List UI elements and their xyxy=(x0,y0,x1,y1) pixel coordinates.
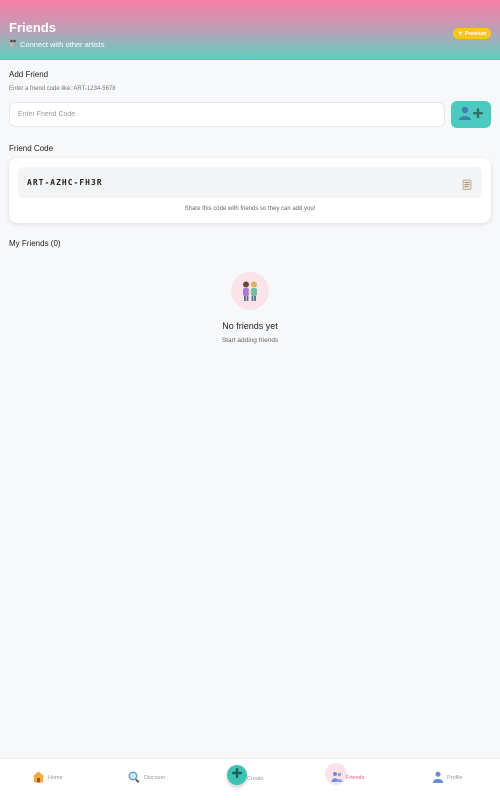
page-subtitle: Connect with other artists xyxy=(9,39,105,49)
friend-code-box: ART-AZHC-FH3R xyxy=(18,167,482,198)
my-friends-heading: My Friends (0) xyxy=(9,239,61,248)
nav-profile[interactable]: Profile xyxy=(432,769,463,787)
empty-state-subtitle: Start adding friends xyxy=(221,337,279,344)
friend-code-hint: Enter a friend code like: ART-1234-5678 xyxy=(9,86,116,92)
nav-friends[interactable]: Friends xyxy=(325,763,365,787)
magnifier-icon xyxy=(128,771,141,785)
nav-home-label: Home xyxy=(48,775,63,781)
premium-label: Premium xyxy=(464,30,487,37)
friend-code-value: ART-AZHC-FH3R xyxy=(27,178,103,187)
premium-badge[interactable]: ★ Premium xyxy=(453,28,491,39)
add-person-icon xyxy=(458,106,484,123)
subtitle-text: Connect with other artists xyxy=(20,39,105,49)
page-title: Friends xyxy=(9,20,56,35)
friend-code-note: Share this code with friends so they can… xyxy=(184,206,316,212)
app-header: Friends Connect with other artists ★ Pre… xyxy=(0,0,500,60)
nav-discover[interactable]: Discover xyxy=(128,769,165,787)
people-holding-hands-icon xyxy=(231,272,269,310)
nav-profile-label: Profile xyxy=(447,775,463,781)
people-icon xyxy=(9,39,17,49)
empty-state-title: No friends yet xyxy=(222,321,278,331)
add-friend-button[interactable] xyxy=(451,101,491,128)
friend-code-input[interactable] xyxy=(9,102,445,127)
star-icon: ★ xyxy=(457,31,463,37)
house-icon xyxy=(32,771,45,785)
plus-icon xyxy=(231,766,243,784)
people-icon xyxy=(331,771,343,785)
create-button[interactable] xyxy=(227,765,247,785)
nav-home[interactable]: Home xyxy=(32,769,63,787)
friend-code-heading: Friend Code xyxy=(9,144,54,153)
nav-discover-label: Discover xyxy=(144,775,166,781)
person-icon xyxy=(432,771,444,785)
add-friend-heading: Add Friend xyxy=(9,70,49,79)
nav-friends-label: Friends xyxy=(346,775,365,781)
nav-create-label[interactable]: Create xyxy=(247,776,264,782)
copy-icon[interactable] xyxy=(462,177,472,190)
bottom-navigation: Home Discover Create Friends Profile xyxy=(0,758,500,800)
friend-code-card: ART-AZHC-FH3R Share this code with frien… xyxy=(9,158,491,223)
